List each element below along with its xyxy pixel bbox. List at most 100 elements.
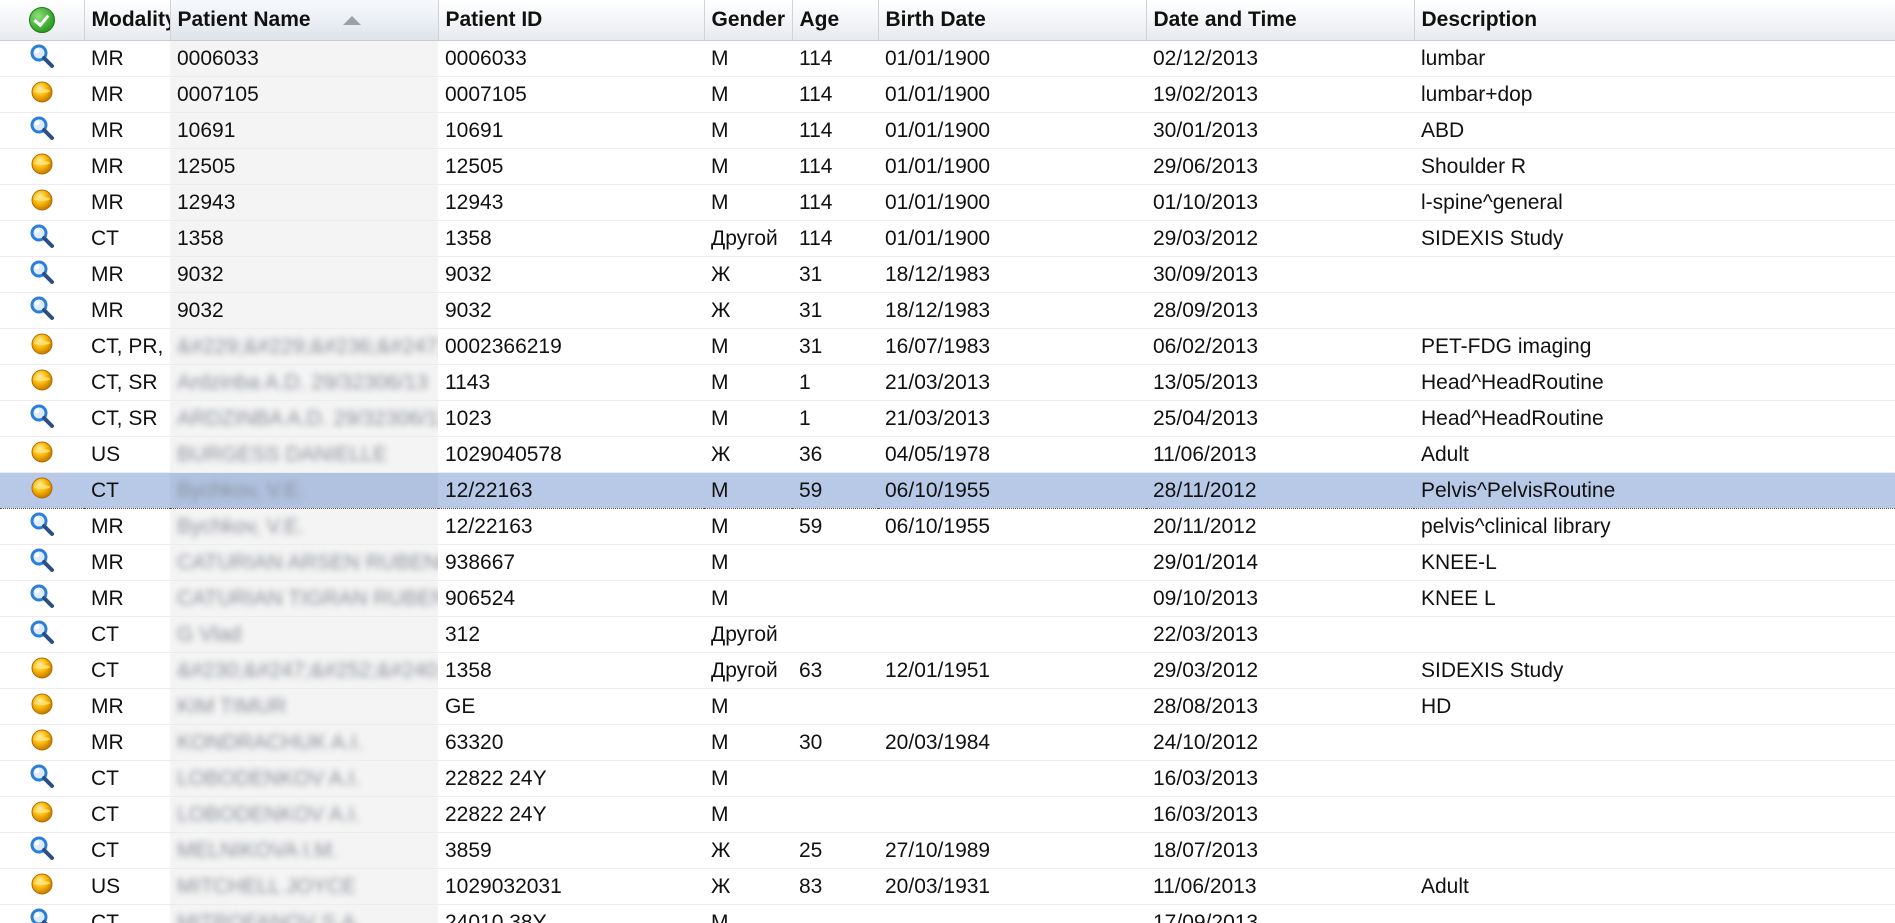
header-patient-name-label: Patient Name xyxy=(177,8,311,31)
header-patient-id[interactable]: Patient ID xyxy=(438,0,705,41)
cell-modality: CT xyxy=(84,832,170,869)
header-birth-date[interactable]: Birth Date xyxy=(878,0,1147,41)
row-status xyxy=(0,616,84,653)
header-modality[interactable]: Modality xyxy=(84,0,171,41)
cell-date-time: 16/03/2013 xyxy=(1146,796,1414,833)
magnifier-icon xyxy=(29,259,55,291)
table-row[interactable]: CT, PR, ... &#229;&#229;&#236;&#247;...00… xyxy=(0,328,1895,365)
cell-birth-date: 01/01/1900 xyxy=(878,220,1146,257)
cell-birth-date: 06/10/1955 xyxy=(878,472,1146,509)
table-row[interactable]: MR KONDRACHUK A.I. 63320 М 30 20/03/1984 24/10… xyxy=(0,724,1895,761)
table-row[interactable]: MR 9032 9032 Ж 31 18/12/1983 30/09/2013 xyxy=(0,256,1895,293)
cell-patient-name: G Vlad xyxy=(170,616,438,653)
table-row[interactable]: MR 10691 10691 М 114 01/01/1900 30/01/2013 ABD xyxy=(0,112,1895,149)
table-row[interactable]: MR 0007105 0007105 М 114 01/01/1900 19/02/2013… xyxy=(0,76,1895,113)
table-row[interactable]: MR CATURIAN TIGRAN RUBENO...906524М 09/10/… xyxy=(0,580,1895,617)
cell-age: 114 xyxy=(792,184,878,221)
table-row[interactable]: MR CATURIAN ARSEN RUBENOV...938667М 29/01/… xyxy=(0,544,1895,581)
row-status xyxy=(0,760,84,797)
table-row[interactable]: CT LOBODENKOV A.I. 22822 24Y М 16/03/2013 xyxy=(0,760,1895,797)
magnifier-icon xyxy=(29,763,55,795)
cell-gender: М xyxy=(704,580,792,617)
cell-patient-name: LOBODENKOV A.I. xyxy=(170,760,438,797)
header-status[interactable] xyxy=(0,0,85,41)
cell-modality: MR xyxy=(84,148,170,185)
table-row[interactable]: CT 1358 1358 Другой 114 01/01/1900 29/03/2012 S… xyxy=(0,220,1895,257)
patient-name-text: LOBODENKOV A.I. xyxy=(177,766,361,790)
table-row[interactable]: CT G Vlad 312 Другой 22/03/2013 xyxy=(0,616,1895,653)
cell-age: 114 xyxy=(792,76,878,113)
cell-patient-id: 22822 24Y xyxy=(438,760,704,797)
cell-age: 30 xyxy=(792,724,878,761)
cell-age: 31 xyxy=(792,292,878,329)
cell-description xyxy=(1414,616,1895,653)
magnifier-icon xyxy=(29,619,55,651)
cell-description: ABD xyxy=(1414,112,1895,149)
table-row[interactable]: US BURGESS DANIELLE 1029040578 Ж 36 04/05/197… xyxy=(0,436,1895,473)
cell-modality: US xyxy=(84,868,170,905)
table-row[interactable]: MR 9032 9032 Ж 31 18/12/1983 28/09/2013 xyxy=(0,292,1895,329)
cell-gender: Ж xyxy=(704,832,792,869)
table-row[interactable]: MR 12943 12943 М 114 01/01/1900 01/10/2013 l-sp… xyxy=(0,184,1895,221)
cell-birth-date: 01/01/1900 xyxy=(878,148,1146,185)
cell-gender: М xyxy=(704,472,792,509)
header-date-time[interactable]: Date and Time xyxy=(1146,0,1415,41)
cell-description: Shoulder R xyxy=(1414,148,1895,185)
cell-age: 114 xyxy=(792,220,878,257)
cell-age xyxy=(792,796,878,833)
cell-date-time: 30/09/2013 xyxy=(1146,256,1414,293)
study-rows: MR 0006033 0006033 М 114 01/01/1900 02/12/2013… xyxy=(0,40,1895,923)
cell-description xyxy=(1414,292,1895,329)
table-row[interactable]: CT &#230;&#247;&#252;&#240;... 1358 Другой 6… xyxy=(0,652,1895,689)
row-status xyxy=(0,724,84,761)
cell-date-time: 17/09/2013 xyxy=(1146,904,1414,923)
cell-modality: MR xyxy=(84,112,170,149)
table-row[interactable]: CT, SR Ardzinba A.D. 29/32306/13 1143 М 1 21/… xyxy=(0,364,1895,401)
row-status xyxy=(0,544,84,581)
cell-birth-date: 20/03/1984 xyxy=(878,724,1146,761)
yellow-orb-icon xyxy=(29,367,55,399)
cell-description: SIDEXIS Study xyxy=(1414,652,1895,689)
table-row[interactable]: CT MELNIKOVA I.M. 3859 Ж 25 27/10/1989 18/07/2… xyxy=(0,832,1895,869)
cell-birth-date xyxy=(878,544,1146,581)
cell-age: 63 xyxy=(792,652,878,689)
cell-description: Adult xyxy=(1414,436,1895,473)
patient-name-text: 9032 xyxy=(177,298,224,322)
study-table: Modality Patient Name Patient ID Gender … xyxy=(0,0,1895,923)
magnifier-icon xyxy=(29,403,55,435)
cell-gender: М xyxy=(704,400,792,437)
table-row[interactable]: MR 0006033 0006033 М 114 01/01/1900 02/12/2013… xyxy=(0,40,1895,77)
cell-date-time: 06/02/2013 xyxy=(1146,328,1414,365)
cell-description xyxy=(1414,904,1895,923)
table-row[interactable]: MR 12505 12505 М 114 01/01/1900 29/06/2013 Shou… xyxy=(0,148,1895,185)
patient-name-text: KIM TIMUR xyxy=(177,694,287,718)
cell-patient-name: MITCHELL JOYCE xyxy=(170,868,438,905)
cell-patient-id: 312 xyxy=(438,616,704,653)
table-row[interactable]: MR KIM TIMUR GE М 28/08/2013 HD xyxy=(0,688,1895,725)
cell-description: PET-FDG imaging xyxy=(1414,328,1895,365)
header-patient-name[interactable]: Patient Name xyxy=(170,0,439,41)
table-row[interactable]: CT Bychkov, V.E. 12/22163 М 59 06/10/1955 28/1… xyxy=(0,472,1895,509)
table-row[interactable]: CT MITROFANOV S.A. 24010 38Y М 17/09/2013 xyxy=(0,904,1895,923)
cell-gender: М xyxy=(704,328,792,365)
cell-birth-date: 27/10/1989 xyxy=(878,832,1146,869)
table-row[interactable]: US MITCHELL JOYCE 1029032031 Ж 83 20/03/1931 1… xyxy=(0,868,1895,905)
cell-modality: CT xyxy=(84,796,170,833)
cell-description: lumbar xyxy=(1414,40,1895,77)
table-row[interactable]: CT LOBODENKOV A.I. 22822 24Y М 16/03/2013 xyxy=(0,796,1895,833)
cell-date-time: 28/08/2013 xyxy=(1146,688,1414,725)
table-row[interactable]: MR Bychkov, V.E. 12/22163 М 59 06/10/1955 20/1… xyxy=(0,508,1895,545)
patient-name-text: Ardzinba A.D. 29/32306/13 xyxy=(177,370,429,394)
cell-patient-name: 12943 xyxy=(170,184,438,221)
magnifier-icon xyxy=(29,223,55,255)
cell-modality: CT, SR xyxy=(84,364,170,401)
cell-birth-date: 01/01/1900 xyxy=(878,184,1146,221)
header-age[interactable]: Age xyxy=(792,0,879,41)
header-description[interactable]: Description xyxy=(1414,0,1895,41)
patient-name-text: G Vlad xyxy=(177,622,242,646)
row-status xyxy=(0,472,84,509)
cell-patient-name: &#230;&#247;&#252;&#240;... xyxy=(170,652,438,689)
yellow-orb-icon xyxy=(29,691,55,723)
header-gender[interactable]: Gender xyxy=(704,0,793,41)
table-row[interactable]: CT, SR ARDZINBA A.D. 29/32306/13 1023 М 1 21/… xyxy=(0,400,1895,437)
